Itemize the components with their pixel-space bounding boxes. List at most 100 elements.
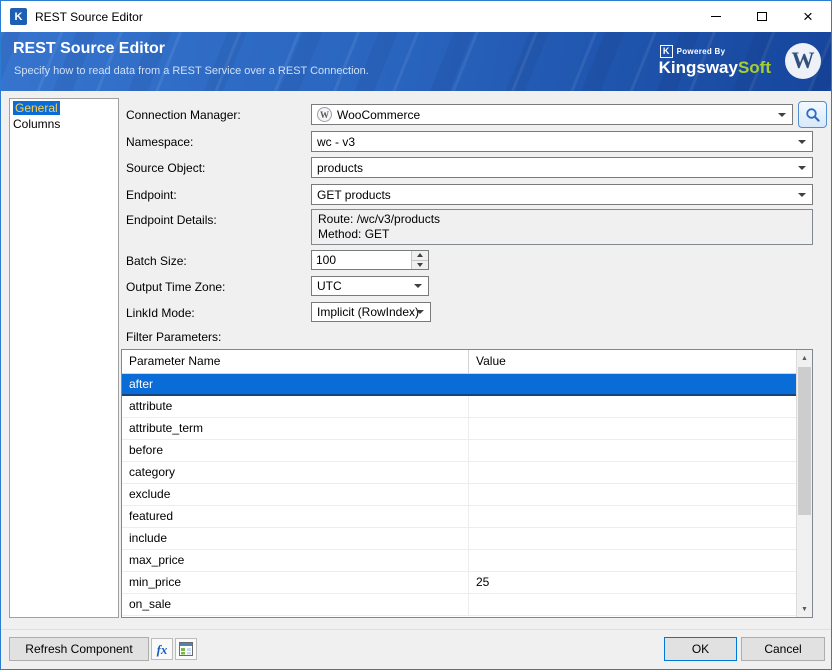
namespace-value: wc - v3 <box>317 135 355 149</box>
table-row[interactable]: min_price 25 <box>122 572 796 594</box>
vertical-scrollbar[interactable]: ▲ ▼ <box>796 350 812 617</box>
filter-parameters-table: Parameter Name Value after attribute att… <box>121 349 813 618</box>
param-value-cell <box>469 528 796 549</box>
table-row[interactable]: category <box>122 462 796 484</box>
param-value-cell: 25 <box>469 572 796 593</box>
rest-source-editor-window: K REST Source Editor × REST Source Edito… <box>0 0 832 670</box>
source-object-value: products <box>317 161 363 175</box>
param-name-cell: after <box>122 374 469 394</box>
source-object-label: Source Object: <box>126 161 205 175</box>
scroll-down-button[interactable]: ▼ <box>797 601 812 617</box>
chevron-down-icon <box>798 193 806 197</box>
cancel-button[interactable]: Cancel <box>741 637 825 661</box>
kingswaysoft-logo: K Powered By KingswaySoft <box>659 45 771 78</box>
powered-by-label: Powered By <box>677 47 726 56</box>
param-name-cell: before <box>122 440 469 461</box>
table-header-row: Parameter Name Value <box>122 350 796 374</box>
table-row[interactable]: exclude <box>122 484 796 506</box>
spinner-buttons <box>411 251 428 269</box>
page-list: General Columns <box>9 98 119 618</box>
connection-manager-select[interactable]: W WooCommerce <box>311 104 793 125</box>
endpoint-select[interactable]: GET products <box>311 184 813 205</box>
endpoint-route: Route: /wc/v3/products <box>318 212 806 227</box>
linkid-mode-select[interactable]: Implicit (RowIndex) <box>311 302 431 322</box>
output-time-zone-value: UTC <box>317 279 342 293</box>
table-icon <box>179 642 193 656</box>
param-name-cell: featured <box>122 506 469 527</box>
table-row[interactable]: after <box>122 374 796 396</box>
refresh-component-button[interactable]: Refresh Component <box>9 637 149 661</box>
page-subtitle: Specify how to read data from a REST Ser… <box>14 65 369 77</box>
scroll-up-button[interactable]: ▲ <box>797 350 812 366</box>
wordpress-connection-icon: W <box>317 107 332 122</box>
table-row[interactable]: attribute_term <box>122 418 796 440</box>
chevron-down-icon <box>798 140 806 144</box>
param-value-cell <box>469 462 796 483</box>
page-title: REST Source Editor <box>13 40 165 58</box>
param-value-cell <box>469 418 796 439</box>
sidebar-item-general[interactable]: General <box>11 100 118 116</box>
param-value-cell <box>469 374 796 394</box>
batch-size-input[interactable] <box>312 251 411 269</box>
spin-up-button[interactable] <box>412 251 428 260</box>
documentation-button[interactable] <box>175 638 197 660</box>
output-time-zone-label: Output Time Zone: <box>126 280 225 294</box>
spin-down-button[interactable] <box>412 260 428 270</box>
window-controls: × <box>693 1 831 32</box>
connection-manager-label: Connection Manager: <box>126 108 241 122</box>
table-row[interactable]: on_sale <box>122 594 796 616</box>
param-value-cell <box>469 550 796 571</box>
title-bar: K REST Source Editor × <box>1 1 831 32</box>
table-row[interactable]: include <box>122 528 796 550</box>
fx-icon: fx <box>157 643 168 656</box>
param-name-cell: exclude <box>122 484 469 505</box>
search-icon <box>805 107 821 123</box>
kingswaysoft-k-icon: K <box>660 45 673 58</box>
browse-connection-button[interactable] <box>798 101 827 128</box>
column-header-parameter-name: Parameter Name <box>122 350 469 373</box>
editor-header: REST Source Editor Specify how to read d… <box>1 32 831 91</box>
param-name-cell: category <box>122 462 469 483</box>
footer-bar: Refresh Component fx OK Cancel <box>1 629 831 669</box>
output-time-zone-select[interactable]: UTC <box>311 276 429 296</box>
chevron-down-icon <box>778 113 786 117</box>
param-name-cell: attribute_term <box>122 418 469 439</box>
close-button[interactable]: × <box>785 1 831 32</box>
param-name-cell: on_sale <box>122 594 469 615</box>
brand-kingsway: Kingsway <box>659 58 738 77</box>
sidebar-item-label: General <box>13 101 60 115</box>
header-logos: K Powered By KingswaySoft W <box>659 43 821 79</box>
param-value-cell <box>469 440 796 461</box>
chevron-down-icon <box>414 284 422 288</box>
table-row[interactable]: before <box>122 440 796 462</box>
batch-size-label: Batch Size: <box>126 254 187 268</box>
batch-size-stepper <box>311 250 429 270</box>
table-row[interactable]: attribute <box>122 396 796 418</box>
wordpress-logo-icon: W <box>785 43 821 79</box>
linkid-mode-value: Implicit (RowIndex) <box>317 305 419 319</box>
scrollbar-thumb[interactable] <box>798 367 811 515</box>
brand-soft: Soft <box>738 58 771 77</box>
endpoint-details-box: Route: /wc/v3/products Method: GET <box>311 209 813 245</box>
filter-parameters-label: Filter Parameters: <box>126 330 221 344</box>
maximize-icon <box>757 12 767 21</box>
minimize-button[interactable] <box>693 1 739 32</box>
connection-manager-value: WooCommerce <box>337 108 420 122</box>
spin-down-icon <box>417 263 423 267</box>
close-icon: × <box>803 8 813 25</box>
endpoint-value: GET products <box>317 188 391 202</box>
param-name-cell: include <box>122 528 469 549</box>
source-object-select[interactable]: products <box>311 157 813 178</box>
sidebar-item-label: Columns <box>13 117 60 131</box>
table-row[interactable]: featured <box>122 506 796 528</box>
chevron-down-icon <box>798 166 806 170</box>
endpoint-details-label: Endpoint Details: <box>126 213 217 227</box>
ok-button[interactable]: OK <box>664 637 737 661</box>
param-value-cell <box>469 506 796 527</box>
linkid-mode-label: LinkId Mode: <box>126 306 195 320</box>
maximize-button[interactable] <box>739 1 785 32</box>
expression-editor-button[interactable]: fx <box>151 638 173 660</box>
namespace-select[interactable]: wc - v3 <box>311 131 813 152</box>
table-row[interactable]: max_price <box>122 550 796 572</box>
sidebar-item-columns[interactable]: Columns <box>11 116 118 132</box>
